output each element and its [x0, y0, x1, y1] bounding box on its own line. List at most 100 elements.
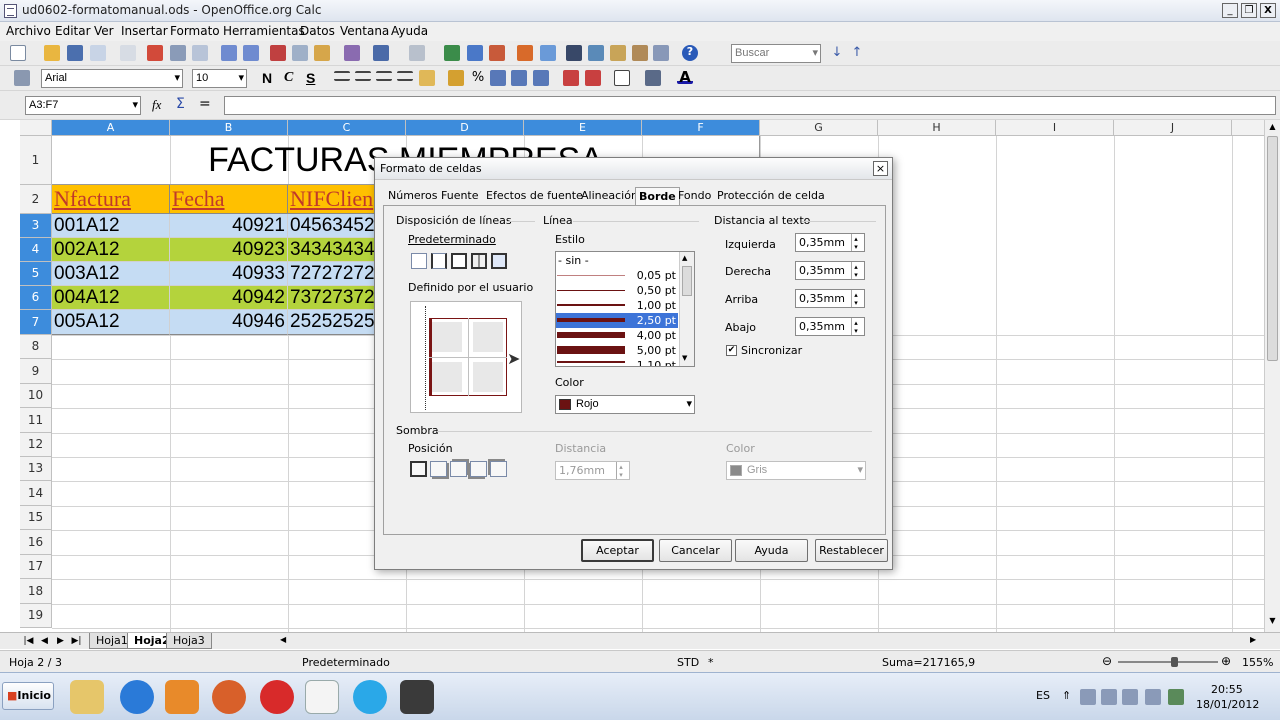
menu-ayuda[interactable]: Ayuda: [391, 24, 428, 38]
column-header-h[interactable]: H: [878, 120, 996, 136]
function-icon[interactable]: =: [199, 96, 211, 112]
underline-button[interactable]: S: [306, 70, 315, 86]
shadow-color-select[interactable]: Gris: [726, 461, 866, 480]
select-all-corner[interactable]: [20, 120, 52, 136]
row-header-10[interactable]: 10: [20, 384, 52, 408]
power-icon[interactable]: [260, 680, 294, 714]
tab-numeros[interactable]: Números: [385, 187, 440, 205]
border-preview-area[interactable]: [410, 301, 522, 413]
tab-efectos-fuente[interactable]: Efectos de fuente: [483, 187, 586, 205]
help-button[interactable]: Ayuda: [735, 539, 808, 562]
navigator-icon[interactable]: [588, 45, 604, 61]
security-tray-icon[interactable]: [1168, 689, 1184, 705]
network-tray-icon[interactable]: [1080, 689, 1096, 705]
cancel-button[interactable]: Cancelar: [659, 539, 732, 562]
sum-icon[interactable]: Σ: [176, 96, 185, 112]
decrease-indent-icon[interactable]: [563, 70, 579, 86]
synchronize-checkbox[interactable]: ✔: [726, 345, 737, 356]
header-cell-b2[interactable]: Fecha: [170, 185, 288, 214]
line-style-option[interactable]: 1,10 pt: [556, 358, 678, 366]
video-camera-icon[interactable]: [400, 680, 434, 714]
maximize-button[interactable]: ❐: [1241, 3, 1257, 18]
shadow-distance-input[interactable]: 1,76mm: [555, 461, 630, 480]
pivot-table-icon[interactable]: [540, 45, 556, 61]
line-style-option[interactable]: 4,00 pt: [556, 328, 678, 343]
media-player-icon[interactable]: [165, 680, 199, 714]
preset-outer-box-icon[interactable]: [451, 253, 467, 269]
name-box[interactable]: A3:F7: [25, 96, 141, 115]
edit-file-icon[interactable]: [120, 45, 136, 61]
pdf-document-icon[interactable]: [305, 680, 339, 714]
menu-ventana[interactable]: Ventana: [340, 24, 389, 38]
row-header-14[interactable]: 14: [20, 481, 52, 506]
tab-borde[interactable]: Borde: [635, 187, 680, 205]
align-right-icon[interactable]: [376, 71, 392, 81]
style-scroll-up-icon[interactable]: ▲: [682, 254, 687, 262]
gallery-icon[interactable]: [610, 45, 626, 61]
reset-button[interactable]: Restablecer: [815, 539, 888, 562]
scroll-down-icon[interactable]: ▼: [1266, 616, 1279, 628]
paste-icon[interactable]: [314, 45, 330, 61]
autospell-icon[interactable]: [243, 45, 259, 61]
row-header-17[interactable]: 17: [20, 555, 52, 579]
status-zoom[interactable]: 155%: [1242, 656, 1273, 669]
styles-icon[interactable]: [14, 70, 30, 86]
bold-button[interactable]: N: [262, 70, 272, 86]
delete-decimal-icon[interactable]: [533, 70, 549, 86]
zoom-slider[interactable]: [1118, 661, 1218, 663]
shadow-top-left-icon[interactable]: [490, 461, 507, 477]
row-header-12[interactable]: 12: [20, 433, 52, 457]
column-header-i[interactable]: I: [996, 120, 1114, 136]
row-header-16[interactable]: 16: [20, 530, 52, 555]
background-color-icon[interactable]: [645, 70, 661, 86]
row-header-2[interactable]: 2: [20, 185, 52, 214]
column-header-f[interactable]: F: [642, 120, 760, 136]
search-input[interactable]: Buscar: [731, 44, 821, 63]
shadow-bottom-left-icon[interactable]: [470, 461, 487, 477]
menu-herramientas[interactable]: Herramientas: [223, 24, 305, 38]
row-header-3[interactable]: 3: [20, 214, 52, 238]
row-header-4[interactable]: 4: [20, 238, 52, 262]
preset-outer-lr-icon[interactable]: [431, 253, 447, 269]
column-header-j[interactable]: J: [1114, 120, 1232, 136]
style-list-scrollbar[interactable]: ▲ ▼: [679, 252, 694, 366]
synchronize-label[interactable]: Sincronizar: [741, 344, 802, 357]
language-indicator[interactable]: ES: [1036, 689, 1050, 702]
data-cell-a3[interactable]: 001A12: [52, 214, 170, 238]
line-style-option[interactable]: 5,00 pt: [556, 343, 678, 358]
line-color-select[interactable]: Rojo: [555, 395, 695, 414]
undo-icon[interactable]: [373, 45, 389, 61]
line-style-option-selected[interactable]: 2,50 pt: [556, 313, 678, 328]
open-folder-icon[interactable]: [44, 45, 60, 61]
bottom-spacing-input[interactable]: 0,35mm: [795, 317, 865, 336]
scroll-up-icon[interactable]: ▲: [1266, 122, 1279, 134]
internet-explorer-icon[interactable]: [120, 680, 154, 714]
wifi-tray-icon[interactable]: [1145, 689, 1161, 705]
email-icon[interactable]: [90, 45, 106, 61]
line-style-list[interactable]: - sin - 0,05 pt 0,50 pt 1,00 pt 2,50 pt …: [555, 251, 695, 367]
row-header-8[interactable]: 8: [20, 335, 52, 359]
help-icon[interactable]: ?: [682, 45, 698, 61]
start-button[interactable]: ■Inicio: [2, 682, 54, 710]
menu-formato[interactable]: Formato: [170, 24, 220, 38]
zoom-in-icon[interactable]: ⊕: [1221, 654, 1231, 668]
column-header-b[interactable]: B: [170, 120, 288, 136]
align-left-icon[interactable]: [334, 71, 350, 81]
row-header-15[interactable]: 15: [20, 506, 52, 530]
font-name-select[interactable]: Arial: [41, 69, 183, 88]
hscroll-left-icon[interactable]: ◀: [280, 635, 292, 647]
usb-tray-icon[interactable]: [1122, 689, 1138, 705]
preset-none-icon[interactable]: [411, 253, 427, 269]
percent-format-icon[interactable]: %: [470, 70, 486, 86]
tab-fondo[interactable]: Fondo: [675, 187, 714, 205]
firefox-icon[interactable]: [212, 680, 246, 714]
standard-format-icon[interactable]: [490, 70, 506, 86]
increase-indent-icon[interactable]: [585, 70, 601, 86]
row-header-1[interactable]: 1: [20, 136, 52, 185]
zoom-slider-thumb[interactable]: [1171, 657, 1178, 667]
shadow-top-right-icon[interactable]: [450, 461, 467, 477]
format-paintbrush-icon[interactable]: [344, 45, 360, 61]
data-cell-a6[interactable]: 004A12: [52, 286, 170, 310]
column-header-g[interactable]: G: [760, 120, 878, 136]
column-header-a[interactable]: A: [52, 120, 170, 136]
